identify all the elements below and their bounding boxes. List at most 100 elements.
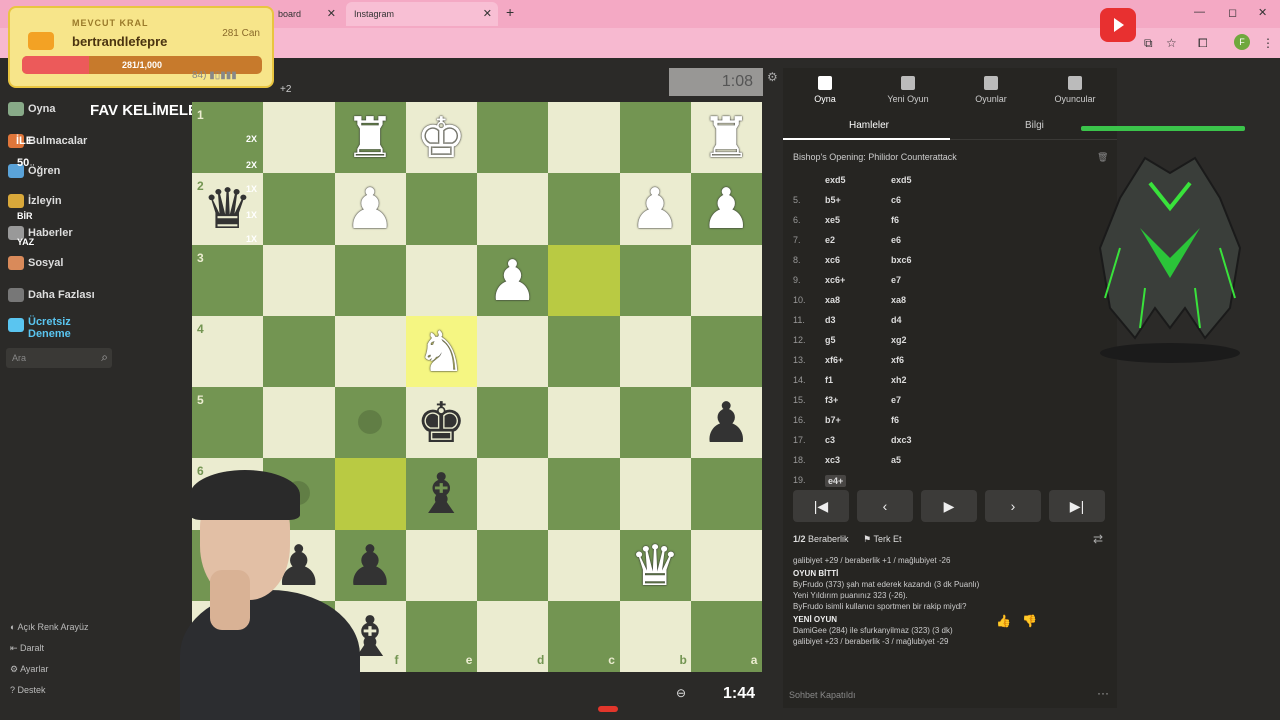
board-square[interactable] [477,458,549,530]
board-square[interactable]: ♛ [619,529,691,601]
chess-piece[interactable]: ♜ [691,102,762,173]
profile-avatar[interactable]: F [1234,34,1250,50]
board-square[interactable] [619,387,691,459]
board-square[interactable] [619,458,691,530]
board-square[interactable] [477,387,549,459]
board-square[interactable]: ♟ [690,173,762,245]
white-move[interactable]: b7+ [825,415,841,425]
window-close-icon[interactable]: ✕ [1258,6,1267,19]
browser-tab-board[interactable]: board ✕ [270,2,342,26]
board-square[interactable] [548,173,620,245]
light-theme-toggle[interactable]: ◐ Açık Renk Arayüz [10,622,88,632]
board-square[interactable] [548,315,620,387]
play-button[interactable]: ▶ [921,490,977,522]
white-move[interactable]: e2 [825,235,835,245]
chess-piece[interactable]: ♟ [691,387,762,458]
white-move[interactable]: xe5 [825,215,840,225]
sidebar-item-learn[interactable]: Öğren [8,164,60,178]
chess-piece[interactable]: ♞ [406,316,477,387]
new-tab-icon[interactable]: + [506,4,514,20]
board-square[interactable] [619,315,691,387]
board-square[interactable] [548,102,620,174]
install-icon[interactable]: ⧉ [1144,36,1153,51]
board-square[interactable] [334,315,406,387]
black-move[interactable]: exd5 [891,175,912,185]
board-square[interactable] [477,102,549,174]
board-square[interactable] [477,529,549,601]
board-square[interactable] [263,387,335,459]
thumbs-down-icon[interactable]: 👎 [1022,614,1037,628]
collapse-button[interactable]: ⇤ Daralt [10,643,44,654]
previous-move-button[interactable]: ‹ [857,490,913,522]
last-move-button[interactable]: ▶| [1049,490,1105,522]
settings-button[interactable]: ⚙ Ayarlar [10,664,48,675]
board-square[interactable]: ♚ [405,387,477,459]
white-move[interactable]: xc6+ [825,275,845,285]
white-move[interactable]: c3 [825,435,835,445]
black-move[interactable]: bxc6 [891,255,912,265]
white-move[interactable]: xf6+ [825,355,843,365]
board-square[interactable]: ♟ [690,387,762,459]
board-square[interactable] [690,458,762,530]
sidebar-item-more[interactable]: Daha Fazlası [8,288,95,302]
board-square[interactable]: ♞ [405,315,477,387]
board-square[interactable]: ♚ [405,102,477,174]
black-move[interactable]: xh2 [891,375,907,385]
board-square[interactable] [263,244,335,316]
board-square[interactable] [263,315,335,387]
black-move[interactable]: xa8 [891,295,906,305]
black-move[interactable]: d4 [891,315,902,325]
board-square[interactable] [690,244,762,316]
black-move[interactable]: xf6 [891,355,904,365]
chess-piece[interactable]: ♛ [620,530,691,601]
chess-piece[interactable]: ♟ [335,173,406,244]
black-move[interactable]: e7 [891,275,901,285]
draw-button[interactable]: 1/2 Beraberlik [793,534,849,544]
subtab-moves[interactable]: Hamleler [849,120,889,131]
white-move[interactable]: g5 [825,335,836,345]
board-square[interactable] [405,173,477,245]
chess-piece[interactable]: ♝ [406,458,477,529]
search-input[interactable]: Ara ⌕ [6,348,112,368]
board-square[interactable]: ♝ [405,458,477,530]
black-move[interactable]: f6 [891,215,899,225]
board-square[interactable] [548,244,620,316]
white-move[interactable]: xc6 [825,255,840,265]
sidebar-item-watch[interactable]: İzleyin [8,194,62,208]
black-move[interactable]: a5 [891,455,901,465]
black-move[interactable]: dxc3 [891,435,912,445]
support-button[interactable]: ? Destek [10,685,46,695]
black-move[interactable]: e7 [891,395,901,405]
flip-board-icon[interactable]: ⇄ [1093,532,1103,546]
black-move[interactable]: xg2 [891,335,907,345]
sidebar-item-social[interactable]: Sosyal [8,256,63,270]
maximize-icon[interactable]: ◻ [1228,6,1237,19]
more-options-icon[interactable]: ··· [1097,686,1109,700]
white-move[interactable]: f1 [825,375,833,385]
resign-button[interactable]: ⚑ Terk Et [863,534,901,544]
minimize-icon[interactable]: — [1194,6,1205,18]
thumbs-up-icon[interactable]: 👍 [996,614,1011,628]
tab-players[interactable]: Oyuncular [1035,76,1115,104]
next-move-button[interactable]: › [985,490,1041,522]
tab-play[interactable]: Oyna [785,76,865,104]
board-square[interactable] [405,529,477,601]
board-square[interactable] [477,315,549,387]
subtab-info[interactable]: Bilgi [1025,120,1044,131]
sidebar-item-play[interactable]: Oyna [8,102,56,116]
close-icon[interactable]: ✕ [483,2,492,26]
board-square[interactable] [405,244,477,316]
board-square[interactable] [334,244,406,316]
black-move[interactable]: e6 [891,235,901,245]
white-move[interactable]: d3 [825,315,836,325]
chess-piece[interactable]: ♟ [620,173,691,244]
chess-piece[interactable]: ♟ [477,245,548,316]
first-move-button[interactable]: |◀ [793,490,849,522]
board-square[interactable] [548,458,620,530]
white-move[interactable]: b5+ [825,195,841,205]
menu-icon[interactable]: ⋮ [1262,36,1274,50]
board-square[interactable] [548,387,620,459]
board-square[interactable] [690,315,762,387]
white-move[interactable]: f3+ [825,395,838,405]
browser-tab-instagram[interactable]: Instagram ✕ [346,2,498,26]
